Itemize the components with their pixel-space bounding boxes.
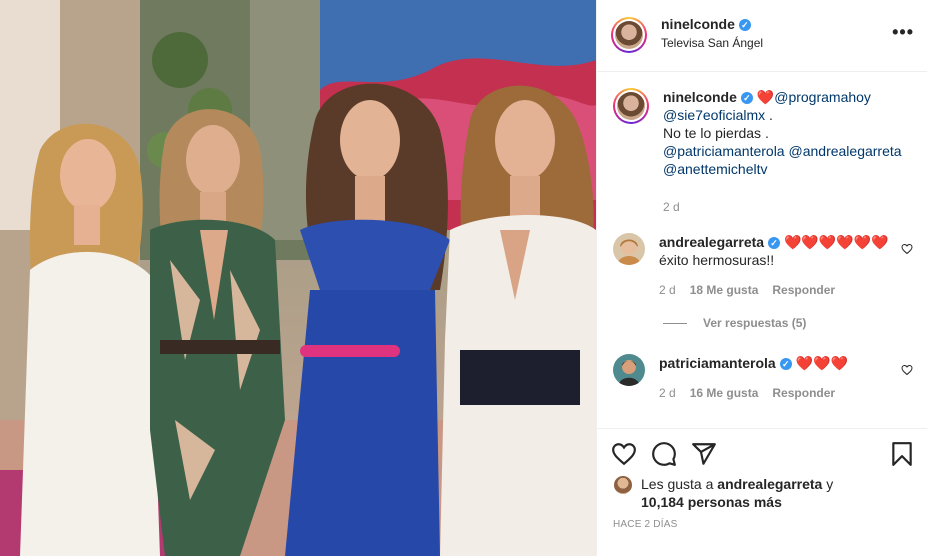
post-location[interactable]: Televisa San Ángel	[661, 36, 763, 50]
caption-punctuation: .	[765, 107, 773, 123]
comment-body: patriciamanterola ✓ ❤️❤️❤️ 2 d 16 Me gusta…	[659, 354, 889, 402]
likes-prefix: Les gusta a	[641, 476, 718, 492]
post-timestamp[interactable]: HACE 2 DÍAS	[613, 519, 677, 530]
commenter-avatar[interactable]	[613, 233, 645, 265]
mention-link[interactable]: @andrealegarreta	[789, 143, 902, 159]
more-options-icon[interactable]: •••	[892, 22, 914, 43]
like-heart-icon[interactable]	[611, 441, 637, 467]
likes-connector: y	[822, 476, 834, 492]
comment-hearts: ❤️❤️❤️❤️❤️❤️	[783, 234, 889, 250]
verified-badge-icon: ✓	[740, 92, 753, 105]
mention-link[interactable]: @patriciamanterola	[663, 143, 785, 159]
post-side-panel: ninelconde ✓ Televisa San Ángel ••• ninel…	[596, 0, 927, 556]
comment-item: andrealegarreta ✓ ❤️❤️❤️❤️❤️❤️ éxito herm…	[613, 233, 913, 303]
comment-hearts: ❤️❤️❤️	[795, 355, 848, 371]
comment-body: andrealegarreta ✓ ❤️❤️❤️❤️❤️❤️ éxito herm…	[659, 233, 889, 299]
view-replies-button[interactable]: Ver respuestas (5)	[663, 316, 806, 330]
comment-age: 2 d	[659, 283, 676, 297]
author-avatar[interactable]	[611, 17, 647, 53]
save-bookmark-icon[interactable]	[889, 441, 915, 467]
post-photo-illustration	[0, 0, 596, 556]
view-replies-label: Ver respuestas (5)	[703, 316, 807, 330]
mention-link[interactable]: @sie7eoficialmx	[663, 107, 765, 123]
comment-age: 2 d	[659, 386, 676, 400]
likes-count[interactable]: 10,184 personas más	[641, 494, 782, 510]
caption-text: ninelconde ✓ ❤️@programahoy @sie7eoficial…	[663, 88, 913, 216]
caption-line: No te lo pierdas .	[663, 125, 769, 141]
post-actions: Les gusta a andrealegarreta y 10,184 per…	[597, 428, 927, 556]
verified-badge-icon: ✓	[738, 19, 751, 32]
comment-item: patriciamanterola ✓ ❤️❤️❤️ 2 d 16 Me gusta…	[613, 354, 913, 404]
liker-username[interactable]: andrealegarreta	[717, 476, 822, 492]
like-comment-heart-icon[interactable]	[901, 364, 913, 376]
reply-button[interactable]: Responder	[772, 386, 835, 400]
comment-bubble-icon[interactable]	[651, 441, 677, 467]
liker-avatar[interactable]	[613, 475, 633, 495]
author-username[interactable]: ninelconde	[661, 16, 735, 32]
mention-link[interactable]: @programahoy	[774, 89, 871, 105]
like-comment-heart-icon[interactable]	[901, 243, 913, 255]
heart-emoji: ❤️	[756, 89, 775, 105]
post-header: ninelconde ✓ Televisa San Ángel •••	[597, 0, 927, 72]
reply-button[interactable]: Responder	[772, 283, 835, 297]
commenter-username[interactable]: patriciamanterola	[659, 355, 776, 371]
verified-badge-icon: ✓	[779, 358, 792, 371]
mention-link[interactable]: @anettemicheltv	[663, 161, 767, 177]
caption-age: 2 d	[663, 200, 680, 214]
caption-username[interactable]: ninelconde	[663, 89, 737, 105]
commenter-username[interactable]: andrealegarreta	[659, 234, 764, 250]
post-photo[interactable]	[0, 0, 596, 556]
comment-likes[interactable]: 18 Me gusta	[690, 283, 759, 297]
comment-likes[interactable]: 16 Me gusta	[690, 386, 759, 400]
comment-text: éxito hermosuras!!	[659, 252, 775, 268]
caption-avatar[interactable]	[613, 88, 649, 124]
share-send-icon[interactable]	[691, 441, 717, 467]
commenter-avatar[interactable]	[613, 354, 645, 386]
verified-badge-icon: ✓	[768, 237, 781, 250]
